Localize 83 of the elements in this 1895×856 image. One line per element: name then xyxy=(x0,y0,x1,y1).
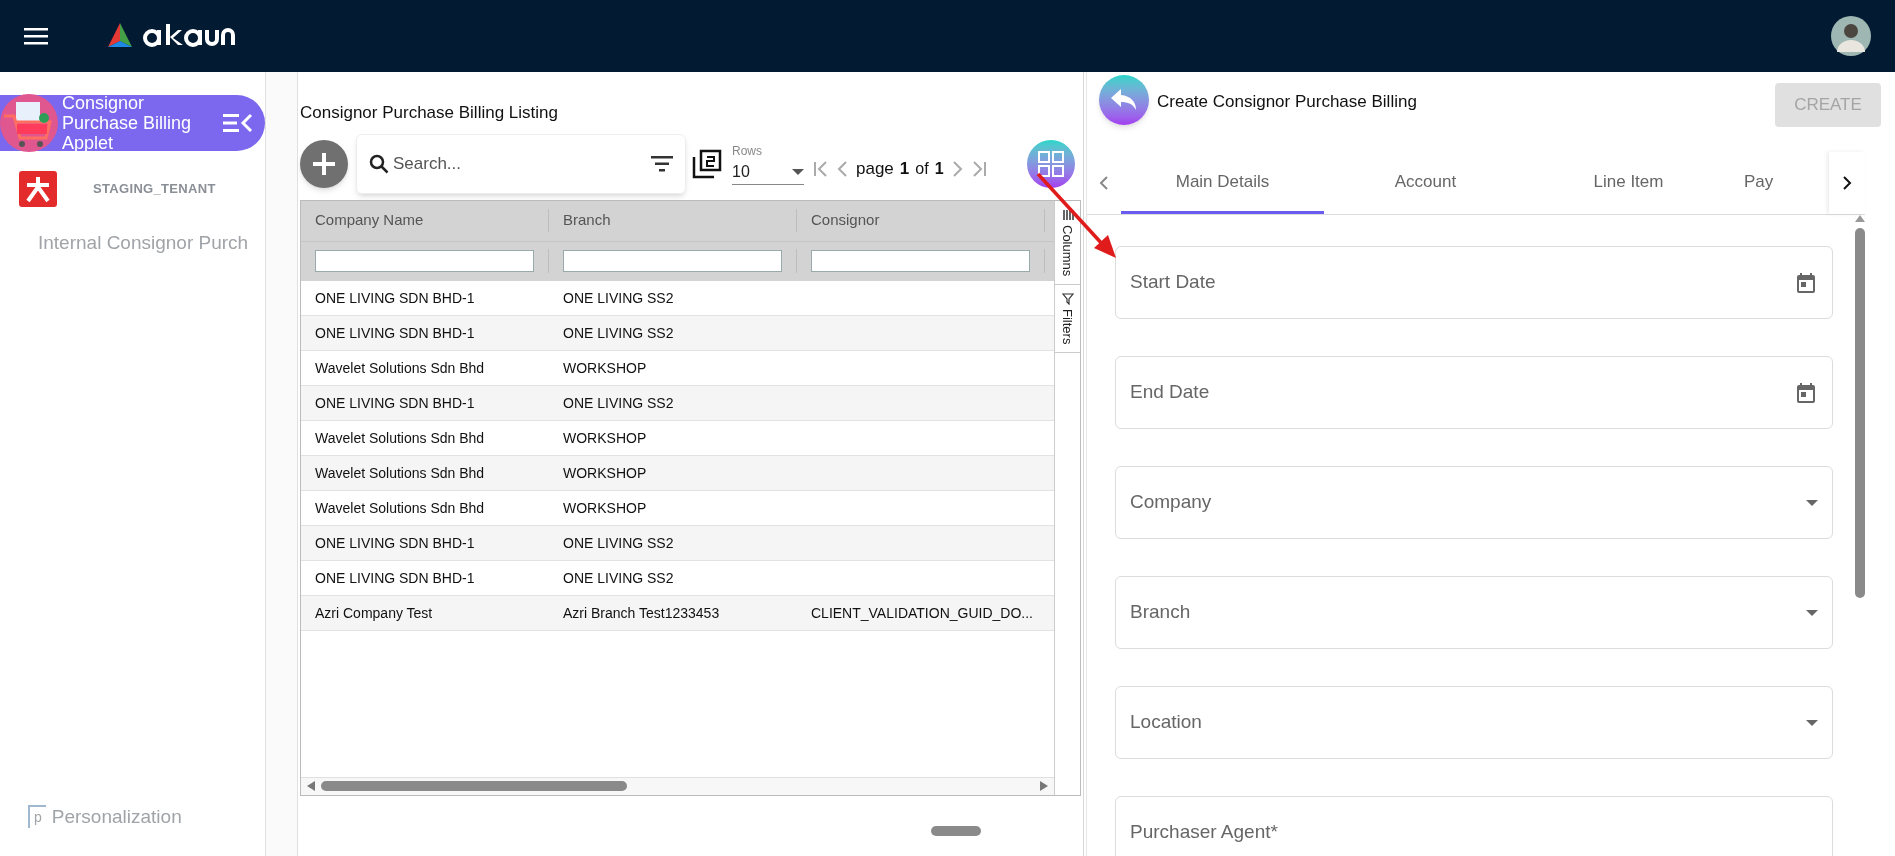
grid-view-button[interactable] xyxy=(1027,139,1075,188)
table-cell: ONE LIVING SS2 xyxy=(563,394,674,411)
column-header[interactable]: Consignor xyxy=(797,209,1045,232)
grid-icon xyxy=(1037,149,1065,178)
form-field[interactable]: Location xyxy=(1115,686,1833,759)
table-cell: Wavelet Solutions Sdn Bhd xyxy=(315,429,485,446)
drag-handle[interactable] xyxy=(931,825,981,836)
scroll-up-icon[interactable] xyxy=(1855,215,1865,222)
page-number: 1 xyxy=(899,157,910,180)
cart-icon xyxy=(0,94,58,152)
table-cell: Azri Company Test xyxy=(315,604,433,621)
table-cell: ONE LIVING SDN BHD-1 xyxy=(315,534,475,551)
calendar-icon[interactable] xyxy=(1794,380,1818,405)
rows-select[interactable]: 10 xyxy=(732,160,804,185)
table-cell: ONE LIVING SS2 xyxy=(563,324,674,341)
form-field[interactable]: End Date xyxy=(1115,356,1833,429)
menu-icon[interactable] xyxy=(24,26,48,46)
form-tab[interactable]: Main Details xyxy=(1121,152,1324,214)
horizontal-scrollbar[interactable] xyxy=(301,776,1054,795)
filter-icon[interactable] xyxy=(651,155,673,172)
back-button[interactable] xyxy=(1099,75,1149,125)
add-button[interactable] xyxy=(300,139,348,188)
search-input[interactable]: Search... xyxy=(393,150,651,177)
scroll-right-icon[interactable] xyxy=(1842,175,1852,191)
form-field[interactable]: Purchaser Agent* xyxy=(1115,796,1833,856)
applet-title: Consignor Purchase Billing Applet xyxy=(62,93,193,153)
table-cell: ONE LIVING SS2 xyxy=(563,569,674,586)
table-cell: ONE LIVING SS2 xyxy=(563,289,674,306)
table-cell: ONE LIVING SDN BHD-1 xyxy=(315,289,475,306)
table-cell: Azri Branch Test1233453 xyxy=(563,604,720,621)
listing-title: Consignor Purchase Billing Listing xyxy=(300,102,559,124)
dropdown-caret-icon[interactable] xyxy=(1806,718,1818,727)
table-cell: Wavelet Solutions Sdn Bhd xyxy=(315,499,485,516)
dropdown-caret-icon[interactable] xyxy=(1806,498,1818,507)
first-page-icon[interactable] xyxy=(812,159,830,178)
applet-header[interactable]: Consignor Purchase Billing Applet xyxy=(0,95,265,151)
form-tab[interactable]: Line Item xyxy=(1527,152,1730,214)
search-field[interactable]: Search... xyxy=(356,133,686,194)
tenant-icon xyxy=(19,171,57,207)
search-icon xyxy=(369,153,389,174)
column-filter-field[interactable] xyxy=(315,250,534,272)
total-pages: 1 xyxy=(934,158,944,179)
collapse-menu-icon[interactable] xyxy=(223,111,253,135)
form-title: Create Consignor Purchase Billing xyxy=(1157,91,1417,113)
of-label: of xyxy=(915,158,929,179)
table-cell: ONE LIVING SS2 xyxy=(563,534,674,551)
broken-image: p xyxy=(28,805,46,829)
table-cell: CLIENT_VALIDATION_GUID_DO... xyxy=(811,604,1033,621)
table-cell: WORKSHOP xyxy=(563,429,647,446)
side-panel-tab[interactable]: Filters xyxy=(1055,284,1080,354)
table-cell: ONE LIVING SDN BHD-1 xyxy=(315,394,475,411)
table-cell: ONE LIVING SDN BHD-1 xyxy=(315,569,475,586)
form-field[interactable]: Company xyxy=(1115,466,1833,539)
dropdown-caret-icon xyxy=(792,169,804,175)
column-header[interactable]: Company Name xyxy=(301,209,549,232)
page-label: page xyxy=(856,157,894,180)
table-cell: WORKSHOP xyxy=(563,464,647,481)
form-tab[interactable]: Account xyxy=(1324,152,1527,214)
table-cell: WORKSHOP xyxy=(563,359,647,376)
form-field[interactable]: Branch xyxy=(1115,576,1833,649)
column-filter-field[interactable] xyxy=(563,250,782,272)
form-tab[interactable]: Pay xyxy=(1730,152,1829,214)
previous-page-icon[interactable] xyxy=(836,159,850,178)
table-cell: WORKSHOP xyxy=(563,499,647,516)
reply-arrow-icon xyxy=(1111,89,1137,111)
columns-icon xyxy=(1061,208,1074,221)
table-cell: Wavelet Solutions Sdn Bhd xyxy=(315,464,485,481)
avatar-icon[interactable] xyxy=(1831,16,1871,56)
filter-icon xyxy=(1061,292,1074,305)
scroll-left-icon[interactable] xyxy=(307,781,315,791)
table-cell: Wavelet Solutions Sdn Bhd xyxy=(315,359,485,376)
plus-icon xyxy=(311,150,337,177)
dropdown-caret-icon[interactable] xyxy=(1806,608,1818,617)
form-field[interactable]: Start Date xyxy=(1115,246,1833,319)
side-panel-tab[interactable]: Columns xyxy=(1055,200,1080,285)
calendar-icon[interactable] xyxy=(1794,270,1818,295)
page-count-icon[interactable] xyxy=(692,148,722,179)
column-header[interactable]: Branch xyxy=(549,209,797,232)
rows-label: Rows xyxy=(732,143,763,160)
tenant-name[interactable]: STAGING_TENANT xyxy=(93,179,216,199)
table-cell: ONE LIVING SDN BHD-1 xyxy=(315,324,475,341)
scroll-left-icon[interactable] xyxy=(1099,175,1109,191)
column-filter-field[interactable] xyxy=(811,250,1030,272)
